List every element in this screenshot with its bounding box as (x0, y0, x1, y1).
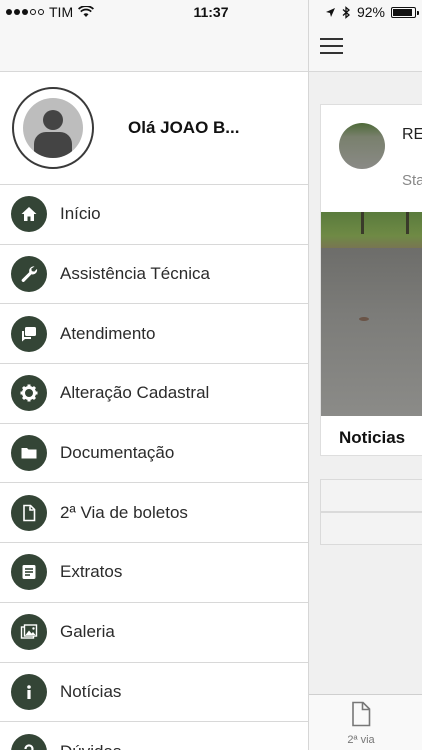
menu-item-atendimento[interactable]: Atendimento (0, 304, 308, 365)
info-icon (11, 673, 47, 710)
card-photo (321, 212, 422, 416)
chat-icon (11, 315, 47, 352)
menu-item-duvidas[interactable]: Dúvidas (0, 722, 308, 750)
gear-icon (11, 375, 47, 412)
menu-item-2a-via-boletos[interactable]: 2ª Via de boletos (0, 483, 308, 544)
wrench-icon (11, 256, 47, 293)
list-item[interactable] (320, 512, 422, 545)
menu-icon[interactable] (320, 38, 343, 56)
location-arrow-icon (325, 7, 335, 17)
card-category: Noticias (339, 428, 406, 447)
battery-icon (391, 6, 419, 18)
tab-label: 2ª via (347, 734, 375, 746)
profile-header[interactable]: Olá JOAO B... (0, 72, 308, 185)
document-icon (11, 494, 47, 531)
menu-item-label: Extratos (60, 562, 123, 582)
menu-item-documentacao[interactable]: Documentação (0, 424, 308, 484)
question-icon (11, 733, 47, 750)
main-content: RE ET/ Sta Noticias 2ª via (309, 0, 422, 750)
menu-item-extratos[interactable]: Extratos (0, 543, 308, 603)
menu-item-assistencia-tecnica[interactable]: Assistência Técnica (0, 245, 308, 305)
menu-item-galeria[interactable]: Galeria (0, 603, 308, 663)
user-icon (23, 98, 83, 158)
home-icon (11, 196, 47, 233)
gallery-icon (11, 614, 47, 651)
status-bar: TIM 11:37 92% (0, 0, 422, 24)
menu-item-label: Início (60, 204, 101, 224)
menu-item-label: Documentação (60, 443, 175, 463)
list-item[interactable] (320, 479, 422, 512)
bottom-tab-bar: 2ª via (309, 694, 422, 750)
card-thumbnail (339, 123, 385, 169)
menu-item-label: Notícias (60, 681, 122, 701)
navigation-drawer: Olá JOAO B... Início Assistência Técnica… (0, 0, 309, 750)
menu-item-inicio[interactable]: Início (0, 185, 308, 245)
folder-icon (11, 435, 47, 472)
document-icon (352, 701, 371, 727)
menu-item-label: Atendimento (60, 323, 156, 343)
menu-item-label: 2ª Via de boletos (60, 502, 188, 522)
tab-2a-via[interactable]: 2ª via (341, 701, 381, 746)
menu-item-label: Alteração Cadastral (60, 383, 210, 403)
menu-item-label: Galeria (60, 622, 115, 642)
bluetooth-icon (342, 5, 350, 19)
menu-item-label: Dúvidas (60, 742, 121, 750)
menu-item-label: Assistência Técnica (60, 264, 210, 284)
avatar (12, 87, 94, 169)
menu-item-noticias[interactable]: Notícias (0, 663, 308, 723)
card-subtitle: Sta (402, 172, 422, 189)
news-card[interactable]: RE ET/ Sta Noticias (320, 104, 422, 456)
user-greeting: Olá JOAO B... (128, 118, 240, 137)
menu-item-alteracao-cadastral[interactable]: Alteração Cadastral (0, 364, 308, 424)
battery-percent: 92% (356, 4, 385, 20)
statement-icon (11, 554, 47, 591)
card-title: RE ET/ (402, 126, 422, 143)
status-right: 92% (325, 4, 419, 20)
